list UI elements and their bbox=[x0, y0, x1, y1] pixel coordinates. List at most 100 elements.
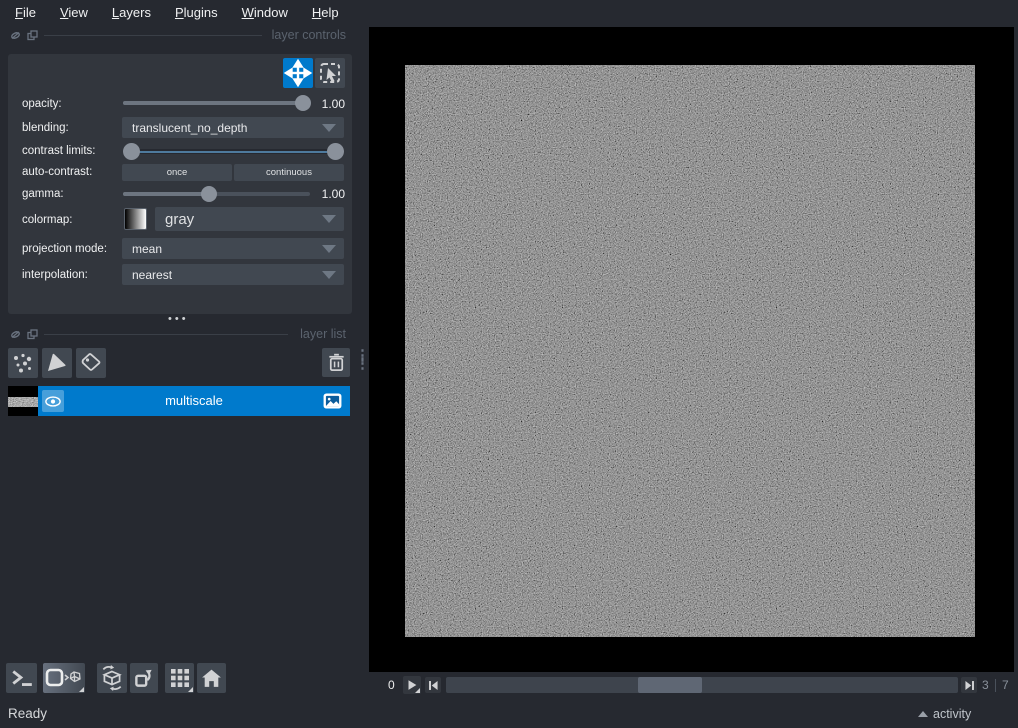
menu-layers[interactable]: Layers bbox=[101, 2, 162, 23]
skip-start-icon bbox=[427, 679, 440, 692]
contrast-min-handle[interactable] bbox=[123, 143, 140, 160]
new-shapes-layer-button[interactable] bbox=[42, 348, 72, 378]
transform-icon bbox=[315, 58, 345, 88]
layer-thumbnail bbox=[8, 386, 38, 416]
hide-dock-icon[interactable] bbox=[10, 329, 21, 340]
grid-icon bbox=[169, 667, 191, 689]
menu-window[interactable]: Window bbox=[231, 2, 299, 23]
dimension-slider-handle[interactable] bbox=[638, 677, 702, 693]
image-layer-icon bbox=[323, 393, 342, 409]
dimension-slider-row: 0 3 7 bbox=[369, 674, 1014, 698]
layer-list-drag-handle[interactable]: ⋮⋮ bbox=[355, 352, 370, 368]
activity-label: activity bbox=[933, 707, 971, 721]
activity-dock-toggle[interactable]: activity bbox=[918, 707, 971, 721]
status-bar: Ready activity bbox=[0, 700, 1018, 728]
current-step-label: 3 bbox=[982, 678, 989, 692]
menu-bar: File View Layers Plugins Window Help bbox=[0, 0, 1018, 24]
interpolation-dropdown[interactable]: nearest bbox=[122, 264, 344, 285]
projection-mode-value: mean bbox=[122, 242, 322, 256]
opacity-slider-fill bbox=[123, 101, 303, 105]
skip-end-icon bbox=[963, 679, 976, 692]
layer-name: multiscale bbox=[38, 386, 350, 416]
skip-to-end-button[interactable] bbox=[961, 677, 977, 693]
menu-indicator bbox=[188, 687, 193, 692]
titlebar-divider bbox=[44, 334, 288, 335]
dock-splitter-handle[interactable]: ••• bbox=[168, 313, 189, 325]
new-labels-layer-button[interactable] bbox=[76, 348, 106, 378]
float-dock-icon[interactable] bbox=[27, 329, 38, 340]
blending-label: blending: bbox=[22, 122, 69, 134]
hide-dock-icon[interactable] bbox=[10, 30, 21, 41]
status-message: Ready bbox=[8, 706, 47, 721]
gamma-slider-fill bbox=[123, 192, 209, 196]
new-points-layer-button[interactable] bbox=[8, 348, 38, 378]
grid-view-button[interactable] bbox=[165, 663, 194, 693]
step-divider bbox=[995, 679, 996, 692]
contrast-limits-label: contrast limits: bbox=[22, 145, 96, 157]
layer-row-multiscale[interactable]: multiscale bbox=[38, 386, 350, 416]
projection-mode-dropdown[interactable]: mean bbox=[122, 238, 344, 259]
projection-mode-label: projection mode: bbox=[22, 243, 107, 255]
gamma-label: gamma: bbox=[22, 188, 64, 200]
axis-label: 0 bbox=[388, 678, 395, 692]
float-dock-icon[interactable] bbox=[27, 30, 38, 41]
titlebar-divider bbox=[44, 35, 262, 36]
transform-button[interactable] bbox=[315, 58, 345, 88]
contrast-limits-slider[interactable] bbox=[123, 149, 344, 154]
ndisplay-icon bbox=[44, 666, 84, 690]
colormap-label: colormap: bbox=[22, 214, 73, 226]
multiscale-noise-image bbox=[405, 65, 975, 637]
labels-layer-icon bbox=[80, 352, 102, 374]
interpolation-label: interpolation: bbox=[22, 269, 88, 281]
transpose-icon bbox=[132, 666, 156, 690]
console-button[interactable] bbox=[6, 663, 37, 693]
menu-indicator bbox=[79, 687, 84, 692]
contrast-max-handle[interactable] bbox=[327, 143, 344, 160]
layer-controls-panel: opacity: 1.00 blending: translucent_no_d… bbox=[8, 54, 352, 314]
dimension-slider-track[interactable] bbox=[446, 677, 958, 693]
shapes-layer-icon bbox=[46, 352, 68, 374]
points-layer-icon bbox=[12, 352, 34, 374]
auto-contrast-label: auto-contrast: bbox=[22, 166, 92, 178]
colormap-gradient-swatch bbox=[124, 208, 147, 230]
opacity-label: opacity: bbox=[22, 98, 62, 110]
roll-dims-icon bbox=[99, 665, 125, 691]
menu-help[interactable]: Help bbox=[301, 2, 350, 23]
colormap-value: gray bbox=[155, 211, 322, 228]
pan-arrows-icon bbox=[283, 58, 313, 88]
menu-file[interactable]: File bbox=[4, 2, 47, 23]
chevron-down-icon bbox=[322, 124, 336, 132]
pan-zoom-button[interactable] bbox=[283, 58, 313, 88]
viewer-canvas[interactable] bbox=[369, 27, 1014, 672]
transpose-dimensions-button[interactable] bbox=[130, 663, 158, 693]
roll-dimensions-button[interactable] bbox=[97, 663, 127, 693]
skip-to-start-button[interactable] bbox=[425, 677, 441, 693]
menu-plugins[interactable]: Plugins bbox=[164, 2, 229, 23]
colormap-dropdown[interactable]: gray bbox=[155, 207, 344, 231]
layer-thumbnail-noise bbox=[8, 386, 38, 416]
gamma-value: 1.00 bbox=[307, 187, 345, 201]
ndisplay-2d-3d-toggle-button[interactable] bbox=[43, 663, 85, 693]
blending-dropdown[interactable]: translucent_no_depth bbox=[122, 117, 344, 138]
menu-view[interactable]: View bbox=[49, 2, 99, 23]
home-icon bbox=[200, 667, 223, 690]
eye-icon bbox=[45, 396, 61, 407]
layer-controls-title: layer controls bbox=[272, 28, 346, 42]
chevron-down-icon bbox=[322, 215, 336, 223]
gamma-slider-handle[interactable] bbox=[201, 186, 217, 202]
play-button[interactable] bbox=[403, 676, 421, 694]
delete-layer-button[interactable] bbox=[322, 348, 350, 377]
home-reset-view-button[interactable] bbox=[197, 663, 226, 693]
layer-list-titlebar: layer list bbox=[0, 327, 364, 343]
layer-list-title: layer list bbox=[300, 327, 346, 341]
chevron-down-icon bbox=[322, 271, 336, 279]
auto-contrast-once-button[interactable]: once bbox=[122, 164, 232, 181]
chevron-up-icon bbox=[918, 711, 928, 717]
blending-value: translucent_no_depth bbox=[122, 121, 322, 135]
interpolation-value: nearest bbox=[122, 268, 322, 282]
console-icon bbox=[10, 666, 34, 690]
opacity-slider[interactable] bbox=[123, 101, 310, 105]
layer-visibility-button[interactable] bbox=[42, 390, 64, 412]
auto-contrast-continuous-button[interactable]: continuous bbox=[234, 164, 344, 181]
gamma-slider[interactable] bbox=[123, 192, 310, 196]
